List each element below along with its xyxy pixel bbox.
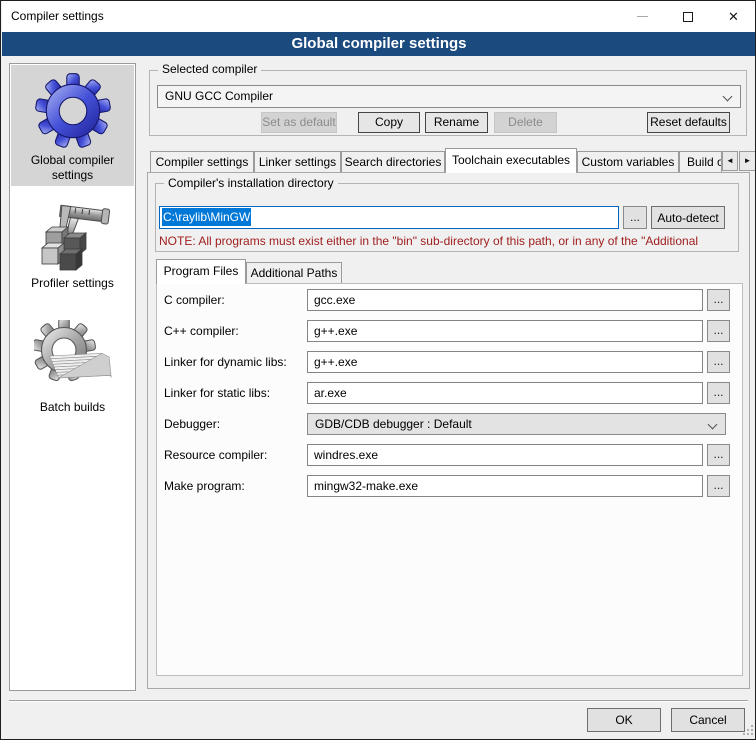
linker-static-input[interactable] (307, 382, 703, 404)
batch-gear-icon (34, 320, 112, 398)
installation-directory-group-label: Compiler's installation directory (164, 177, 338, 190)
chevron-down-icon (723, 92, 733, 102)
subtab-program-files[interactable]: Program Files (156, 259, 246, 284)
cpp-compiler-input[interactable] (307, 320, 703, 342)
program-files-tabbar: Program Files Additional Paths (1, 259, 756, 284)
minimize-button[interactable] (619, 1, 665, 32)
resource-compiler-input[interactable] (307, 444, 703, 466)
delete-button: Delete (494, 112, 557, 133)
rename-button[interactable]: Rename (425, 112, 488, 133)
close-icon: ✕ (728, 10, 739, 23)
field-label-debugger: Debugger: (164, 413, 220, 435)
debugger-value: GDB/CDB debugger : Default (315, 417, 472, 431)
cpp-compiler-browse-button[interactable]: ... (707, 320, 730, 342)
installation-directory-browse-button[interactable]: ... (623, 206, 647, 229)
tab-scroll-right-icon[interactable]: ► (739, 151, 756, 171)
titlebar: Compiler settings ✕ (2, 1, 756, 32)
auto-detect-button[interactable]: Auto-detect (651, 206, 725, 229)
tab-search-directories[interactable]: Search directories (341, 151, 445, 172)
tab-build-options[interactable]: Build options (679, 151, 722, 172)
selected-compiler-value: GNU GCC Compiler (165, 89, 273, 103)
tab-compiler-settings[interactable]: Compiler settings (150, 151, 254, 172)
blue-gear-icon (33, 71, 113, 151)
sidebar-item-batch-builds[interactable]: Batch builds (11, 314, 134, 484)
copy-button[interactable]: Copy (358, 112, 420, 133)
set-as-default-button: Set as default (261, 112, 337, 133)
selected-compiler-group-label: Selected compiler (158, 63, 261, 76)
ok-button[interactable]: OK (587, 708, 661, 732)
linker-static-browse-button[interactable]: ... (707, 382, 730, 404)
linker-dynamic-browse-button[interactable]: ... (707, 351, 730, 373)
field-label-make-program: Make program: (164, 475, 245, 497)
tab-toolchain-executables[interactable]: Toolchain executables (445, 148, 577, 173)
tab-linker-settings[interactable]: Linker settings (254, 151, 341, 172)
compiler-tabbar: Compiler settings Linker settings Search… (1, 148, 756, 173)
field-label-resource-compiler: Resource compiler: (164, 444, 267, 466)
selected-compiler-combobox[interactable]: GNU GCC Compiler (157, 85, 741, 108)
resize-grip[interactable] (743, 725, 755, 737)
field-label-c-compiler: C compiler: (164, 289, 225, 311)
subtab-additional-paths[interactable]: Additional Paths (246, 262, 342, 283)
field-label-linker-dynamic: Linker for dynamic libs: (164, 351, 287, 373)
close-button[interactable]: ✕ (711, 1, 756, 32)
sidebar-item-label: Batch builds (11, 398, 134, 421)
make-program-browse-button[interactable]: ... (707, 475, 730, 497)
c-compiler-input[interactable] (307, 289, 703, 311)
chevron-down-icon (708, 420, 718, 430)
installation-directory-input[interactable]: C:\raylib\MinGW (159, 206, 619, 229)
resource-compiler-browse-button[interactable]: ... (707, 444, 730, 466)
reset-defaults-button[interactable]: Reset defaults (647, 112, 730, 133)
make-program-input[interactable] (307, 475, 703, 497)
field-label-cpp-compiler: C++ compiler: (164, 320, 239, 342)
c-compiler-browse-button[interactable]: ... (707, 289, 730, 311)
installation-directory-value: C:\raylib\MinGW (162, 208, 251, 226)
footer-divider (9, 700, 748, 702)
tab-custom-variables[interactable]: Custom variables (577, 151, 679, 172)
debugger-combobox[interactable]: GDB/CDB debugger : Default (307, 413, 726, 435)
tab-scroll-left-icon[interactable]: ◄ (722, 151, 738, 171)
installation-note: NOTE: All programs must exist either in … (159, 234, 737, 249)
compiler-settings-window: Compiler settings ✕ Global compiler sett… (0, 0, 756, 740)
cancel-button[interactable]: Cancel (671, 708, 745, 732)
minimize-icon (637, 16, 648, 17)
maximize-button[interactable] (665, 1, 711, 32)
window-title: Compiler settings (11, 9, 104, 23)
field-label-linker-static: Linker for static libs: (164, 382, 270, 404)
maximize-icon (683, 12, 693, 22)
linker-dynamic-input[interactable] (307, 351, 703, 373)
dialog-banner-title: Global compiler settings (2, 32, 756, 56)
